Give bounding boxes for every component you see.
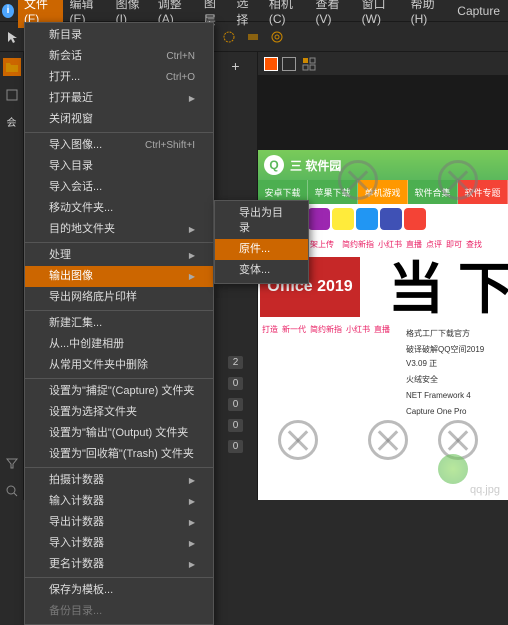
menu-item[interactable]: 设置为"回收箱"(Trash) 文件夹 — [25, 444, 213, 465]
color-swatch-fg[interactable] — [264, 57, 278, 71]
menu-item[interactable]: 设置为选择文件夹 — [25, 402, 213, 423]
site-logo-icon: Q — [264, 155, 284, 175]
menu-view[interactable]: 查看(V) — [310, 0, 356, 28]
menu-item[interactable]: 新建汇集... — [25, 313, 213, 334]
menu-item[interactable]: 导出网络底片印样 — [25, 287, 213, 308]
menu-capture[interactable]: Capture — [451, 2, 506, 20]
export-submenu: 导出为目录原件...变体... — [214, 200, 309, 284]
menu-item[interactable]: 导入计数器▶ — [25, 533, 213, 554]
counter-badge: 0 — [228, 377, 244, 390]
left-sidebar: 会 — [0, 52, 24, 500]
counter-badge: 0 — [228, 440, 244, 453]
submenu-item[interactable]: 变体... — [215, 260, 308, 281]
menu-camera[interactable]: 相机(C) — [263, 0, 310, 28]
menu-item[interactable]: 保存为模板... — [25, 580, 213, 601]
mask-icon[interactable] — [220, 28, 238, 46]
session-icon[interactable] — [3, 86, 21, 104]
search-icon[interactable] — [3, 482, 21, 500]
watermark-x-icon — [438, 160, 478, 200]
menu-item[interactable]: 打开...Ctrl+O — [25, 67, 213, 88]
app-logo-icon: i — [2, 4, 14, 18]
menu-item[interactable]: 导入目录 — [25, 156, 213, 177]
watermark-x-icon — [278, 420, 318, 460]
add-icon[interactable]: + — [227, 58, 245, 76]
menu-item[interactable]: 拍摄计数器▶ — [25, 470, 213, 491]
watermark-text: 当 — [388, 244, 444, 325]
menu-item[interactable]: 从常用文件夹中删除 — [25, 355, 213, 376]
radial-icon[interactable] — [268, 28, 286, 46]
submenu-item[interactable]: 导出为目录 — [215, 203, 308, 239]
cursor-icon[interactable] — [4, 28, 22, 46]
site-title: 三 软件园 — [290, 157, 341, 174]
menu-item[interactable]: 新会话Ctrl+N — [25, 46, 213, 67]
app-icon — [356, 208, 378, 230]
app-icon — [404, 208, 426, 230]
app-icon — [332, 208, 354, 230]
menu-item[interactable]: 输入计数器▶ — [25, 491, 213, 512]
filter-icon[interactable] — [3, 454, 21, 472]
menu-help[interactable]: 帮助(H) — [405, 0, 452, 28]
menu-item[interactable]: 导出计数器▶ — [25, 512, 213, 533]
color-swatch-bg[interactable] — [282, 57, 296, 71]
folder-icon[interactable] — [3, 58, 21, 76]
menu-select[interactable]: 选择 — [230, 0, 262, 30]
menu-item[interactable]: 从...中创建相册 — [25, 334, 213, 355]
menu-item[interactable]: 设置为"捕捉"(Capture) 文件夹 — [25, 381, 213, 402]
watermark-logo-icon — [438, 454, 468, 484]
menubar: i 文件(F) 编辑(E) 图像(I) 调整(A) 图层 选择 相机(C) 查看… — [0, 0, 508, 22]
menu-item[interactable]: 备份目录... — [25, 601, 213, 622]
menu-item[interactable]: 更名计数器▶ — [25, 554, 213, 575]
filename-label: qq.jpg — [470, 484, 500, 496]
menu-item[interactable]: 打开最近▶ — [25, 88, 213, 109]
menu-item[interactable]: 目的地文件夹▶ — [25, 219, 213, 240]
counter-badge: 2 — [228, 356, 244, 369]
menu-item[interactable]: 新目录 — [25, 25, 213, 46]
download-list: 格式工厂下载官方 破译破解QQ空间2019 V3.09 正 火绒安全 NET F… — [406, 326, 506, 420]
submenu-item[interactable]: 原件... — [215, 239, 308, 260]
watermark-text: 下 — [458, 244, 508, 325]
app-icon — [308, 208, 330, 230]
counter-badge: 0 — [228, 419, 244, 432]
layout-icon[interactable] — [300, 55, 318, 73]
canvas-toolbar — [258, 52, 508, 76]
menu-item[interactable]: 导入会话... — [25, 177, 213, 198]
menu-window[interactable]: 窗口(W) — [356, 0, 405, 28]
menu-item[interactable]: 移动文件夹... — [25, 198, 213, 219]
file-dropdown-menu: 新目录新会话Ctrl+N打开...Ctrl+O打开最近▶关闭视窗导入图像...C… — [24, 22, 214, 625]
session-label: 会 — [7, 114, 17, 129]
menu-item[interactable]: 关闭视窗 — [25, 109, 213, 130]
watermark-x-icon — [368, 420, 408, 460]
menu-item[interactable]: 处理▶ — [25, 245, 213, 266]
app-icon — [380, 208, 402, 230]
gradient-icon[interactable] — [244, 28, 262, 46]
menu-item[interactable]: 输出图像▶ — [25, 266, 213, 287]
menu-item[interactable]: 导入图像...Ctrl+Shift+I — [25, 135, 213, 156]
watermark-x-icon — [338, 160, 378, 200]
menu-item[interactable]: 设置为"输出"(Output) 文件夹 — [25, 423, 213, 444]
counter-badge: 0 — [228, 398, 244, 411]
